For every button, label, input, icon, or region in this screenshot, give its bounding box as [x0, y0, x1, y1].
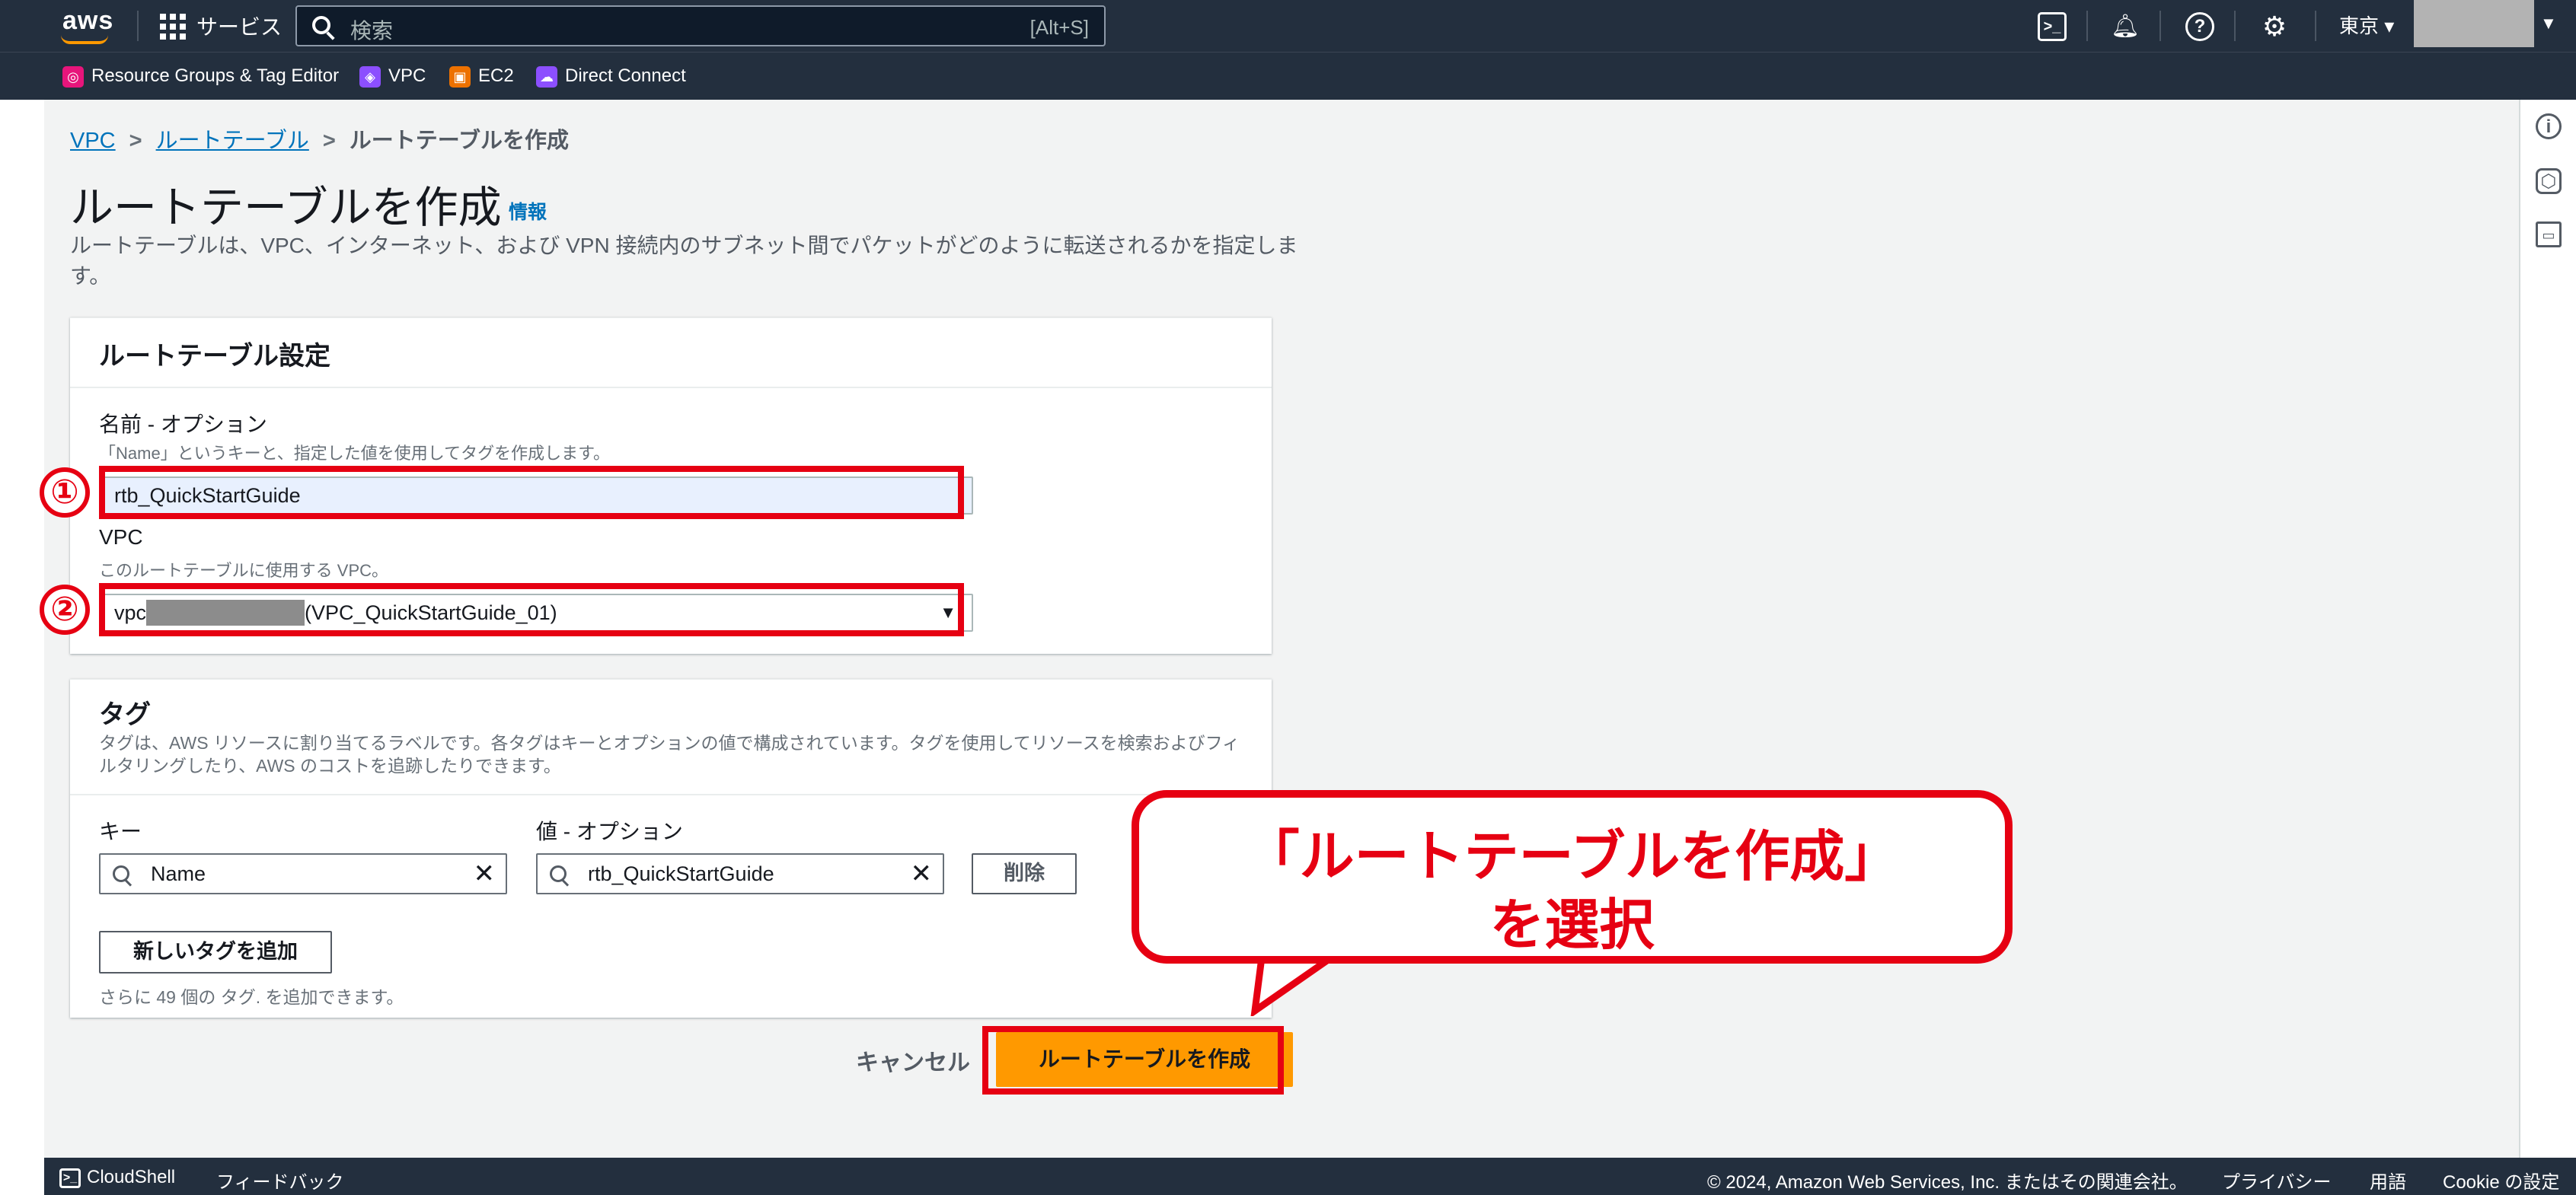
search-placeholder: 検索: [350, 19, 394, 43]
page-description: ルートテーブルは、VPC、インターネット、および VPN 接続内のサブネット間で…: [70, 234, 1298, 288]
search-input[interactable]: 検索 [Alt+S]: [295, 5, 1106, 46]
tag-key-input[interactable]: Name ✕: [99, 853, 507, 894]
panel-title: タグ: [99, 700, 151, 729]
chevron-down-icon[interactable]: ▼: [2540, 14, 2557, 33]
top-navigation: aws サービス 検索 [Alt+S] >_ 🔔︎ ? ⚙ 東京 ▾ ▼ ◎ Re…: [0, 0, 2576, 100]
value-label: 値 - オプション: [536, 820, 683, 843]
step-1-marker: ①: [40, 467, 90, 518]
bell-icon[interactable]: 🔔︎: [2111, 12, 2140, 41]
account-menu[interactable]: [2414, 0, 2534, 47]
add-tag-button[interactable]: 新しいタグを追加: [99, 931, 332, 974]
favorite-resource-groups[interactable]: ◎ Resource Groups & Tag Editor: [62, 63, 339, 89]
nav-divider: [2315, 11, 2316, 41]
panel-divider: [70, 387, 1272, 388]
nav-divider: [137, 11, 139, 41]
services-menu[interactable]: サービス: [196, 11, 282, 41]
highlight-name-field: [99, 466, 964, 519]
cancel-button[interactable]: キャンセル: [856, 1044, 970, 1077]
search-icon: [312, 16, 330, 34]
hexagon-icon[interactable]: ⬡: [2536, 168, 2562, 194]
favorites-bar: ◎ Resource Groups & Tag Editor ◈ VPC ▣ EC2 …: [0, 52, 2576, 100]
highlight-create-button: [982, 1026, 1284, 1095]
direct-connect-icon: ☁: [536, 65, 557, 88]
step-2-marker: ②: [40, 585, 90, 635]
vpc-icon: ◈: [359, 65, 381, 88]
favorite-vpc[interactable]: ◈ VPC: [359, 63, 426, 89]
cloudshell-icon: >_: [59, 1168, 81, 1188]
settings-icon[interactable]: ⚙: [2260, 12, 2289, 41]
vpc-hint: このルートテーブルに使用する VPC。: [99, 561, 389, 580]
tag-value-value: rtb_QuickStartGuide: [588, 862, 774, 885]
help-icon[interactable]: ?: [2185, 12, 2214, 41]
breadcrumb-current: ルートテーブルを作成: [349, 129, 570, 153]
footer-copyright: © 2024, Amazon Web Services, Inc. またはその関…: [1707, 1172, 2188, 1193]
nav-divider: [2086, 11, 2088, 41]
tags-description: タグは、AWS リソースに割り当てるラベルです。各タグはキーとオプションの値で構…: [99, 733, 1240, 776]
nav-divider: [2159, 11, 2161, 41]
resource-groups-icon: ◎: [62, 65, 84, 88]
clear-icon[interactable]: ✕: [911, 855, 933, 893]
aws-smile-icon: [61, 35, 108, 44]
footer-privacy[interactable]: プライバシー: [2222, 1167, 2332, 1193]
footer-cookie[interactable]: Cookie の設定: [2443, 1167, 2559, 1193]
instruction-callout: 「ルートテーブルを作成」 を選択: [1132, 790, 2013, 964]
nav-divider: [2234, 11, 2236, 41]
region-selector[interactable]: 東京 ▾: [2339, 11, 2394, 39]
chevron-right-icon: >: [322, 129, 336, 153]
tag-key-value: Name: [151, 862, 206, 885]
name-hint: 「Name」というキーと、指定した値を使用してタグを作成します。: [99, 444, 610, 463]
favorite-direct-connect[interactable]: ☁ Direct Connect: [536, 63, 686, 89]
info-link[interactable]: 情報: [509, 197, 547, 225]
screen-icon[interactable]: ▭: [2536, 221, 2562, 247]
search-icon: [113, 865, 129, 882]
clear-icon[interactable]: ✕: [474, 855, 496, 893]
cloudshell-icon[interactable]: >_: [2038, 12, 2067, 41]
breadcrumb-vpc[interactable]: VPC: [70, 129, 116, 153]
breadcrumb-route-tables[interactable]: ルートテーブル: [156, 129, 309, 153]
footer-terms[interactable]: 用語: [2370, 1167, 2406, 1193]
favorite-ec2[interactable]: ▣ EC2: [449, 63, 514, 89]
remove-tag-button[interactable]: 削除: [972, 853, 1077, 894]
tag-value-input[interactable]: rtb_QuickStartGuide ✕: [536, 853, 944, 894]
footer: >_ CloudShell フィードバック © 2024, Amazon Web …: [44, 1158, 2576, 1195]
footer-cloudshell[interactable]: >_ CloudShell: [59, 1167, 175, 1188]
callout-text-line2: を選択: [1489, 895, 1655, 956]
vpc-label: VPC: [99, 525, 143, 549]
footer-feedback[interactable]: フィードバック: [216, 1167, 344, 1193]
chevron-right-icon: >: [129, 129, 142, 153]
search-shortcut: [Alt+S]: [1029, 16, 1089, 39]
info-icon[interactable]: i: [2536, 113, 2562, 139]
page-title: ルートテーブルを作成: [70, 183, 502, 232]
breadcrumb: VPC > ルートテーブル > ルートテーブルを作成: [70, 123, 569, 155]
left-gutter: [0, 100, 44, 1158]
panel-divider: [70, 794, 1272, 795]
global-header: aws サービス 検索 [Alt+S] >_ 🔔︎ ? ⚙ 東京 ▾ ▼: [0, 0, 2576, 52]
tags-panel: タグ タグは、AWS リソースに割り当てるラベルです。各タグはキーとオプションの…: [70, 679, 1272, 1018]
tools-rail: i ⬡ ▭: [2519, 100, 2576, 1158]
aws-logo[interactable]: aws: [62, 6, 113, 36]
ec2-icon: ▣: [449, 65, 471, 88]
name-label: 名前 - オプション: [99, 413, 267, 436]
tags-remaining-note: さらに 49 個の タグ. を追加できます。: [99, 987, 404, 1007]
search-icon: [550, 865, 567, 882]
key-label: キー: [99, 820, 142, 843]
services-grid-icon[interactable]: [160, 14, 186, 40]
panel-title: ルートテーブル設定: [99, 342, 330, 371]
highlight-vpc-select: [99, 583, 964, 636]
